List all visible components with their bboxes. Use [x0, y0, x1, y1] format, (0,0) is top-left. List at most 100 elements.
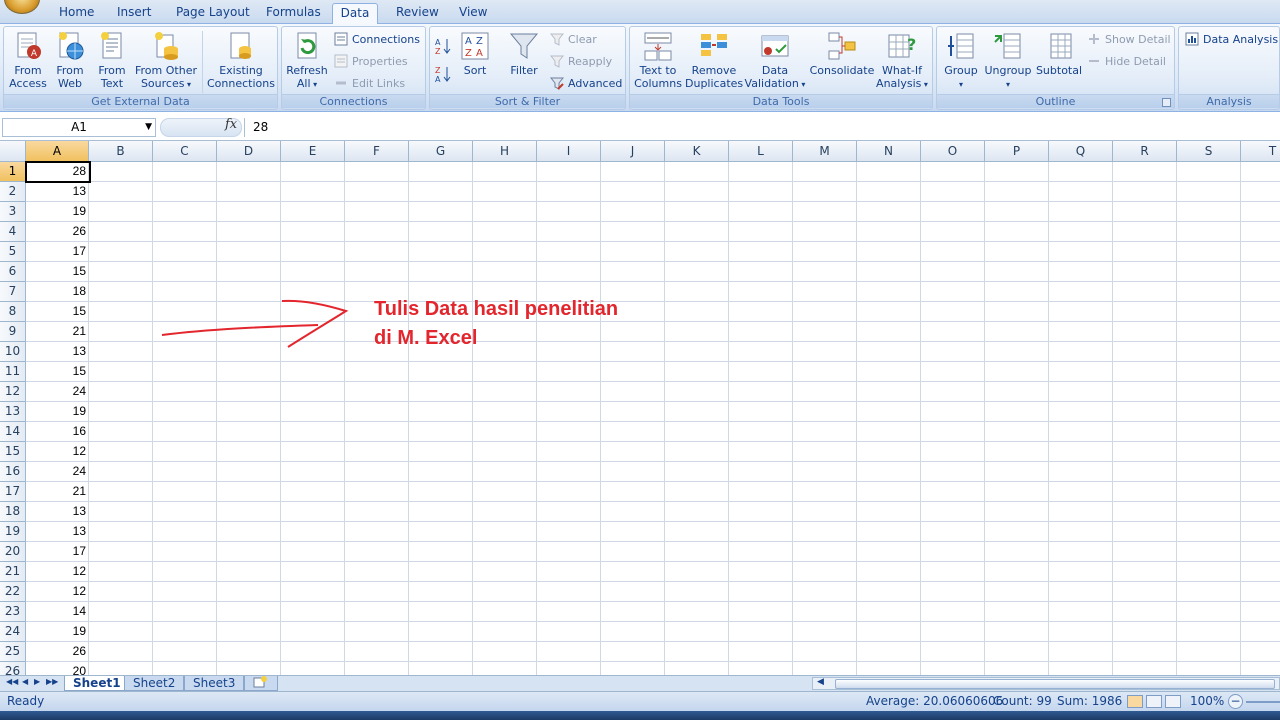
group-button[interactable]: Group ▾	[941, 30, 981, 91]
row-header-21[interactable]: 21	[0, 562, 26, 582]
page-break-view-button[interactable]	[1165, 695, 1181, 708]
cell-a17[interactable]: 21	[27, 482, 89, 501]
tab-page-layout[interactable]: Page Layout	[170, 3, 256, 24]
insert-sheet-button[interactable]	[244, 676, 278, 691]
cell-a9[interactable]: 21	[27, 322, 89, 341]
clear-button[interactable]: Clear	[550, 30, 597, 50]
column-header-t[interactable]: T	[1241, 141, 1280, 162]
horizontal-scroll-thumb[interactable]	[835, 679, 1275, 689]
last-sheet-icon[interactable]: ▶▶	[46, 677, 58, 686]
reapply-button[interactable]: Reapply	[550, 52, 612, 72]
column-header-i[interactable]: I	[537, 141, 601, 162]
normal-view-button[interactable]	[1127, 695, 1143, 708]
show-detail-button[interactable]: Show Detail	[1087, 30, 1171, 50]
formula-input[interactable]: 28	[244, 118, 1280, 137]
column-header-c[interactable]: C	[153, 141, 217, 162]
properties-button[interactable]: Properties	[334, 52, 408, 72]
cell-a13[interactable]: 19	[27, 402, 89, 421]
prev-sheet-icon[interactable]: ◀	[22, 677, 28, 686]
tab-review[interactable]: Review	[390, 3, 445, 24]
row-header-18[interactable]: 18	[0, 502, 26, 522]
cell-a22[interactable]: 12	[27, 582, 89, 601]
row-header-5[interactable]: 5	[0, 242, 26, 262]
what-if-analysis-button[interactable]: ? What-If Analysis ▾	[875, 30, 929, 91]
zoom-level[interactable]: 100%	[1190, 692, 1224, 711]
cell-a24[interactable]: 19	[27, 622, 89, 641]
from-access-button[interactable]: A From Access	[8, 30, 48, 90]
filter-button[interactable]: Filter	[506, 30, 542, 77]
cell-a20[interactable]: 17	[27, 542, 89, 561]
column-header-h[interactable]: H	[473, 141, 537, 162]
tab-formulas[interactable]: Formulas	[260, 3, 327, 24]
row-header-15[interactable]: 15	[0, 442, 26, 462]
column-header-d[interactable]: D	[217, 141, 281, 162]
tab-data[interactable]: Data	[332, 3, 378, 25]
row-header-9[interactable]: 9	[0, 322, 26, 342]
row-header-6[interactable]: 6	[0, 262, 26, 282]
column-header-b[interactable]: B	[89, 141, 153, 162]
row-header-22[interactable]: 22	[0, 582, 26, 602]
name-box-dropdown-icon[interactable]: ▼	[145, 119, 152, 136]
tab-insert[interactable]: Insert	[111, 3, 157, 24]
row-header-25[interactable]: 25	[0, 642, 26, 662]
row-header-12[interactable]: 12	[0, 382, 26, 402]
page-layout-view-button[interactable]	[1146, 695, 1162, 708]
column-header-k[interactable]: K	[665, 141, 729, 162]
sort-a-z-button[interactable]: AZ	[434, 37, 456, 57]
cell-a10[interactable]: 13	[27, 342, 89, 361]
sheet-tab-sheet3[interactable]: Sheet3	[184, 676, 245, 691]
cell-a5[interactable]: 17	[27, 242, 89, 261]
row-header-14[interactable]: 14	[0, 422, 26, 442]
outline-dialog-launcher[interactable]	[1162, 98, 1171, 107]
existing-connections-button[interactable]: Existing Connections	[206, 30, 276, 90]
name-box[interactable]: A1 ▼	[2, 118, 156, 137]
insert-function-icon[interactable]: fx	[225, 117, 237, 132]
row-header-24[interactable]: 24	[0, 622, 26, 642]
row-header-8[interactable]: 8	[0, 302, 26, 322]
hide-detail-button[interactable]: Hide Detail	[1087, 52, 1166, 72]
cell-a2[interactable]: 13	[27, 182, 89, 201]
column-header-e[interactable]: E	[281, 141, 345, 162]
cell-a3[interactable]: 19	[27, 202, 89, 221]
scroll-left-icon[interactable]: ◀	[817, 677, 824, 687]
data-analysis-button[interactable]: Data Analysis	[1185, 30, 1278, 50]
from-other-sources-button[interactable]: From Other Sources ▾	[132, 30, 200, 91]
sheet-tab-sheet1[interactable]: Sheet1	[64, 676, 130, 691]
column-header-n[interactable]: N	[857, 141, 921, 162]
tab-home[interactable]: Home	[53, 3, 100, 24]
row-header-20[interactable]: 20	[0, 542, 26, 562]
cell-a26[interactable]: 20	[27, 662, 89, 675]
cell-a16[interactable]: 24	[27, 462, 89, 481]
select-all-button[interactable]	[0, 141, 26, 162]
sort-button[interactable]: AZZA Sort	[458, 30, 492, 77]
row-header-17[interactable]: 17	[0, 482, 26, 502]
column-header-j[interactable]: J	[601, 141, 665, 162]
remove-duplicates-button[interactable]: Remove Duplicates	[685, 30, 743, 90]
zoom-out-icon[interactable]: −	[1228, 694, 1243, 709]
office-button[interactable]	[4, 0, 40, 14]
row-header-16[interactable]: 16	[0, 462, 26, 482]
column-header-g[interactable]: G	[409, 141, 473, 162]
row-header-13[interactable]: 13	[0, 402, 26, 422]
refresh-all-button[interactable]: Refresh All ▾	[285, 30, 329, 91]
subtotal-button[interactable]: Subtotal	[1035, 30, 1083, 77]
cell-a6[interactable]: 15	[27, 262, 89, 281]
column-header-a[interactable]: A	[26, 141, 89, 162]
ungroup-button[interactable]: Ungroup ▾	[983, 30, 1033, 91]
row-header-26[interactable]: 26	[0, 662, 26, 675]
cell-a7[interactable]: 18	[27, 282, 89, 301]
cell-a11[interactable]: 15	[27, 362, 89, 381]
row-header-2[interactable]: 2	[0, 182, 26, 202]
edit-links-button[interactable]: Edit Links	[334, 74, 405, 94]
horizontal-scrollbar[interactable]: ◀	[812, 677, 1280, 690]
row-header-1[interactable]: 1	[0, 162, 26, 182]
row-header-11[interactable]: 11	[0, 362, 26, 382]
cell-a8[interactable]: 15	[27, 302, 89, 321]
column-header-q[interactable]: Q	[1049, 141, 1113, 162]
connections-button[interactable]: Connections	[334, 30, 420, 50]
worksheet-grid[interactable]: ABCDEFGHIJKLMNOPQRST 1 2 3 4 5 6 7 8 9 10 11 12 13 14…	[0, 141, 1280, 675]
column-header-r[interactable]: R	[1113, 141, 1177, 162]
column-header-s[interactable]: S	[1177, 141, 1241, 162]
column-header-f[interactable]: F	[345, 141, 409, 162]
column-header-o[interactable]: O	[921, 141, 985, 162]
